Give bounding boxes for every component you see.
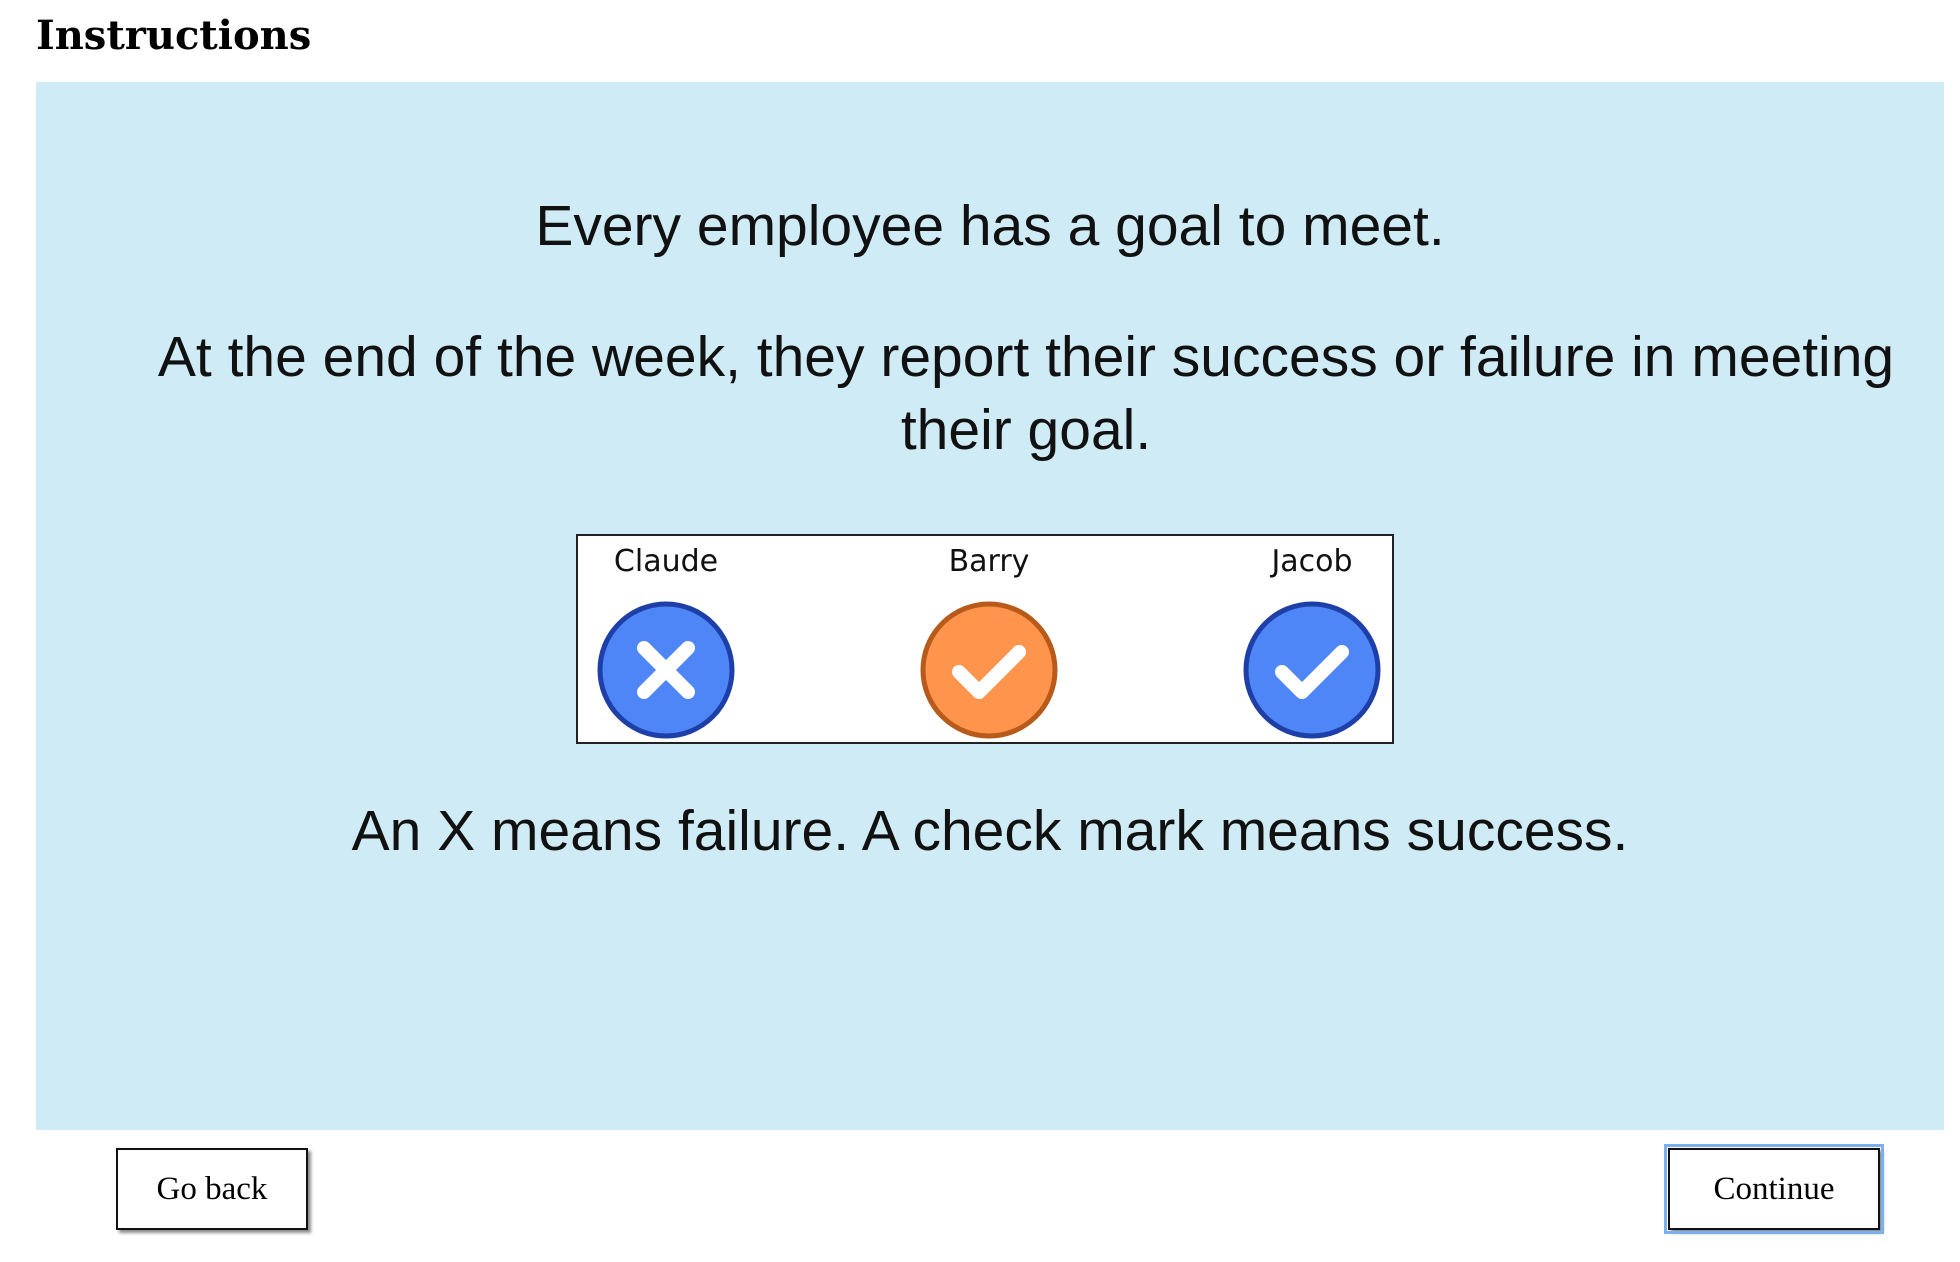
instructions-panel: Every employee has a goal to meet. At th… (36, 82, 1944, 1130)
employee-jacob: Jacob (1237, 542, 1387, 740)
instruction-report-text: At the end of the week, they report thei… (157, 325, 1895, 462)
continue-button[interactable]: Continue (1664, 1144, 1884, 1234)
go-back-button[interactable]: Go back (116, 1148, 308, 1230)
x-circle-icon (597, 601, 735, 739)
employee-name: Barry (948, 544, 1030, 579)
check-circle-icon (920, 601, 1058, 739)
instruction-legend-text: An X means failure. A check mark means s… (351, 799, 1629, 863)
employee-barry: Barry (914, 542, 1064, 740)
page-title: Instructions (36, 12, 312, 59)
check-circle-icon (1243, 601, 1381, 739)
instruction-goal-text: Every employee has a goal to meet. (535, 194, 1445, 258)
employee-name: Claude (613, 544, 719, 579)
employee-claude: Claude (591, 542, 741, 740)
employee-name: Jacob (1271, 544, 1353, 579)
example-employees-box: Claude Barry Jacob (576, 534, 1394, 744)
